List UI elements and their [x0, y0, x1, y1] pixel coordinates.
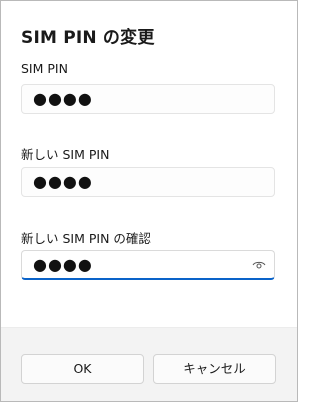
current-pin-masked-value: ●●●● [33, 89, 93, 108]
current-pin-label: SIM PIN [21, 61, 68, 76]
confirm-pin-masked-value: ●●●● [33, 254, 93, 274]
eye-icon[interactable] [252, 260, 266, 270]
new-pin-input[interactable]: ●●●● [21, 167, 275, 197]
change-sim-pin-dialog: SIM PIN の変更 SIM PIN ●●●● 新しい SIM PIN ●●●… [0, 0, 298, 402]
dialog-title: SIM PIN の変更 [21, 28, 155, 48]
dialog-footer: OK キャンセル [1, 327, 297, 401]
current-pin-input[interactable]: ●●●● [21, 84, 275, 114]
dialog-content: SIM PIN の変更 SIM PIN ●●●● 新しい SIM PIN ●●●… [1, 1, 297, 327]
ok-button[interactable]: OK [21, 354, 144, 384]
new-pin-masked-value: ●●●● [33, 172, 93, 191]
cancel-button[interactable]: キャンセル [153, 354, 276, 384]
confirm-pin-label: 新しい SIM PIN の確認 [21, 231, 151, 246]
confirm-pin-input[interactable]: ●●●● [21, 250, 275, 280]
new-pin-label: 新しい SIM PIN [21, 147, 110, 162]
